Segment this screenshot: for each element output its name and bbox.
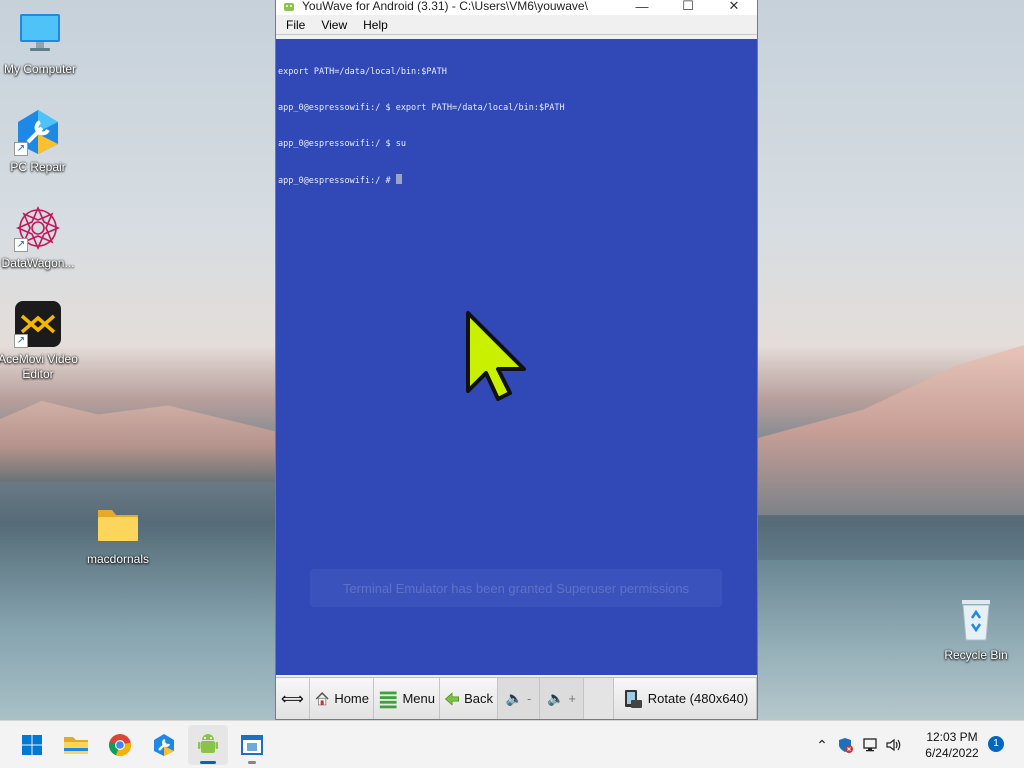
shortcut-arrow-icon: ↗	[14, 334, 28, 348]
chevron-up-icon[interactable]: ⌃	[812, 737, 832, 754]
recycle-bin-icon	[952, 596, 1000, 644]
menu-file[interactable]: File	[278, 18, 313, 32]
window-icon	[241, 735, 263, 755]
device-rotate-icon	[624, 689, 642, 708]
android-screen[interactable]: export PATH=/data/local/bin:$PATH app_0@…	[276, 39, 757, 675]
terminal-line: export PATH=/data/local/bin:$PATH	[278, 67, 447, 77]
taskbar-file-explorer[interactable]	[56, 725, 96, 765]
menu-lines-icon	[379, 691, 397, 708]
rotate-button[interactable]: Rotate (480x640)	[614, 678, 757, 719]
pc-repair-icon	[154, 734, 174, 756]
back-label: Back	[464, 691, 493, 706]
emulator-toolbar: ⟺ Home Menu Back 🔈 - 🔈 + Rotate (480x640…	[276, 677, 757, 719]
window-title: YouWave for Android (3.31) - C:\Users\VM…	[302, 0, 588, 13]
file-explorer-icon	[64, 737, 88, 754]
start-icon	[22, 735, 42, 755]
volume-down-button[interactable]: 🔈 -	[498, 678, 540, 719]
desktop-icon-label: Recycle Bin	[944, 648, 1008, 662]
chrome-icon	[109, 734, 132, 757]
menu-label: Menu	[402, 691, 435, 706]
desktop-icon-pc-repair[interactable]: ↗ PC Repair	[0, 108, 78, 175]
volume-icon[interactable]	[882, 737, 904, 753]
running-indicator	[248, 761, 256, 764]
terminal-line: app_0@espressowifi:/ $ export PATH=/data…	[278, 103, 565, 113]
terminal-output[interactable]: export PATH=/data/local/bin:$PATH app_0@…	[276, 39, 757, 214]
home-label: Home	[334, 691, 369, 706]
superuser-toast: Terminal Emulator has been granted Super…	[310, 569, 722, 607]
desktop-icon-recycle-bin[interactable]: Recycle Bin	[936, 596, 1016, 663]
menu-help[interactable]: Help	[355, 18, 396, 32]
desktop-icon-my-computer[interactable]: My Computer	[0, 10, 80, 77]
clock-time: 12:03 PM	[926, 730, 978, 744]
home-button[interactable]: Home	[310, 678, 374, 719]
taskbar-window[interactable]	[232, 725, 272, 765]
start-button[interactable]	[12, 725, 52, 765]
menu-bar: File View Help	[276, 15, 757, 35]
notification-badge[interactable]: 1	[988, 736, 1004, 752]
youwave-window[interactable]: YouWave for Android (3.31) - C:\Users\VM…	[275, 0, 758, 720]
speaker-icon: 🔈	[505, 690, 524, 706]
back-arrow-icon	[444, 691, 459, 706]
taskbar-pc-repair[interactable]	[144, 725, 184, 765]
mandala-icon: ↗	[14, 204, 62, 252]
volume-up-button[interactable]: 🔈 +	[540, 678, 584, 719]
resize-button[interactable]: ⟺	[276, 678, 310, 719]
clock-date: 6/24/2022	[925, 746, 979, 760]
desktop-icon-label: macdornals	[86, 552, 150, 566]
desktop-icon-label: DataWagon...	[1, 256, 75, 270]
youwave-app-icon	[282, 0, 296, 12]
speaker-icon: 🔈	[546, 690, 565, 706]
shortcut-arrow-icon: ↗	[14, 142, 28, 156]
rotate-label: Rotate (480x640)	[647, 691, 749, 706]
shortcut-arrow-icon: ↗	[14, 238, 28, 252]
taskbar-chrome[interactable]	[100, 725, 140, 765]
acemovi-icon: ↗	[14, 300, 62, 348]
wallpaper-water-left	[0, 540, 280, 720]
menu-button[interactable]: Menu	[374, 678, 440, 719]
title-bar[interactable]: YouWave for Android (3.31) - C:\Users\VM…	[276, 0, 757, 15]
desktop-icon-label: My Computer	[3, 62, 77, 76]
home-icon	[315, 691, 329, 705]
terminal-line: app_0@espressowifi:/ $ su	[278, 139, 406, 149]
toolbar-spacer	[584, 678, 614, 719]
terminal-cursor	[395, 174, 402, 184]
taskbar-youwave[interactable]	[188, 725, 228, 765]
terminal-line: app_0@espressowifi:/ #	[278, 176, 396, 186]
desktop-icon-label: PC Repair	[10, 160, 66, 174]
system-tray: ⌃	[812, 721, 904, 768]
desktop-icon-macdornals[interactable]: macdornals	[78, 500, 158, 567]
desktop-icon-datawagon[interactable]: ↗ DataWagon...	[0, 204, 78, 271]
folder-icon	[94, 500, 142, 548]
desktop-icon-label: AceMovi Video Editor	[0, 352, 78, 381]
pointer-cursor-icon	[464, 309, 530, 401]
close-button[interactable]: ✕	[711, 0, 757, 15]
wrench-icon: ↗	[14, 108, 62, 156]
active-indicator	[200, 761, 216, 764]
terminal-prompt-line: app_0@espressowifi:/ #	[278, 174, 755, 187]
volume-up-label: +	[568, 691, 577, 706]
clock[interactable]: 12:03 PM 6/24/2022	[916, 729, 988, 761]
maximize-button[interactable]: ☐	[665, 0, 711, 15]
youwave-icon	[198, 734, 218, 753]
volume-down-label: -	[527, 691, 532, 706]
monitor-icon	[16, 10, 64, 58]
network-icon[interactable]	[858, 737, 882, 753]
taskbar: ⌃ 12:03 PM 6/24/2022	[0, 720, 1024, 768]
security-warning-icon[interactable]	[832, 737, 858, 753]
back-button[interactable]: Back	[440, 678, 498, 719]
resize-arrows-icon: ⟺	[281, 690, 304, 708]
minimize-button[interactable]: —	[619, 0, 665, 15]
wallpaper-hill-right	[756, 345, 1024, 515]
wallpaper-hill-left	[0, 401, 280, 482]
desktop-icon-acemovi[interactable]: ↗ AceMovi Video Editor	[0, 300, 78, 382]
menu-view[interactable]: View	[313, 18, 355, 32]
